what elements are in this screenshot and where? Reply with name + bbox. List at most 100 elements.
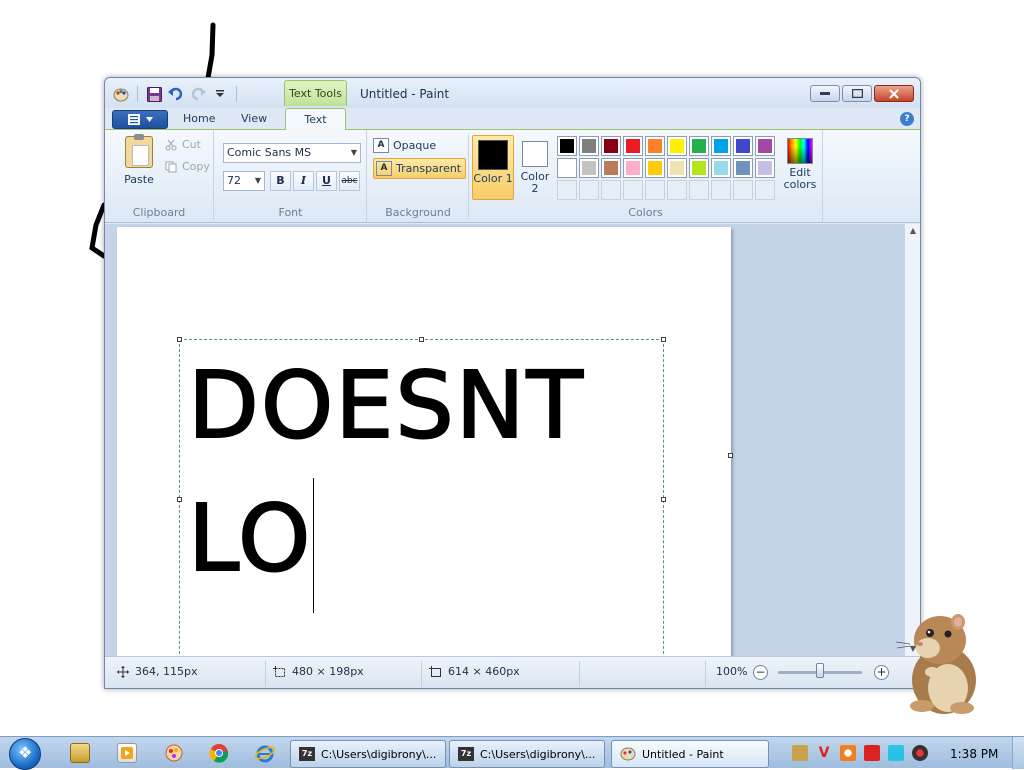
tab-text[interactable]: Text (285, 108, 346, 131)
folder-icon[interactable] (70, 743, 90, 763)
palette-color-swatch[interactable] (601, 136, 621, 156)
palette-color-swatch[interactable] (645, 158, 665, 178)
edit-colors-label: Edit colors (783, 166, 817, 191)
palette-empty-swatch[interactable] (711, 180, 731, 200)
palette-empty-swatch[interactable] (623, 180, 643, 200)
tray-volume-icon[interactable] (912, 745, 928, 761)
redo-icon[interactable] (190, 86, 206, 102)
minimize-button[interactable] (810, 85, 840, 102)
palette-color-swatch[interactable] (733, 158, 753, 178)
taskbar-7zip-window-1[interactable]: 7z C:\Users\digibrony\... (290, 740, 446, 768)
palette-empty-swatch[interactable] (579, 180, 599, 200)
opaque-button[interactable]: A Opaque (373, 138, 436, 153)
palette-color-swatch[interactable] (601, 158, 621, 178)
opaque-icon: A (373, 138, 389, 153)
start-button[interactable] (9, 738, 41, 770)
taskbar-paint-window[interactable]: Untitled - Paint (611, 740, 769, 768)
tray-monitor-icon[interactable] (888, 745, 904, 761)
resize-handle[interactable] (661, 497, 666, 502)
status-divider (421, 661, 422, 687)
media-player-icon[interactable] (117, 743, 137, 763)
palette-color-swatch[interactable] (733, 136, 753, 156)
palette-color-swatch[interactable] (579, 136, 599, 156)
taskbar-7zip-window-2[interactable]: 7z C:\Users\digibrony\... (449, 740, 605, 768)
underline-button[interactable]: U (316, 171, 337, 191)
font-family-select[interactable]: Comic Sans MS ▼ (223, 143, 361, 163)
qat-separator (137, 86, 138, 102)
palette-empty-swatch[interactable] (645, 180, 665, 200)
palette-color-swatch[interactable] (755, 158, 775, 178)
canvas-workspace[interactable]: DOESNT LO (105, 224, 904, 656)
chrome-icon[interactable] (209, 743, 229, 763)
palette-color-swatch[interactable] (557, 158, 577, 178)
palette-empty-swatch[interactable] (667, 180, 687, 200)
paint-app-icon[interactable] (113, 86, 129, 102)
palette-empty-swatch[interactable] (689, 180, 709, 200)
paint-menu-button[interactable] (112, 110, 168, 129)
palette-empty-swatch[interactable] (733, 180, 753, 200)
colors-group-label: Colors (628, 206, 663, 219)
close-button[interactable] (874, 85, 914, 102)
font-size-value: 72 (227, 174, 241, 187)
resize-handle[interactable] (661, 337, 666, 342)
tray-search-icon[interactable] (840, 745, 856, 761)
tray-v-icon[interactable]: V (816, 745, 832, 761)
transparent-button[interactable]: A Transparent (373, 158, 467, 179)
customize-qat-icon[interactable] (212, 86, 228, 102)
zoom-in-icon[interactable]: + (874, 665, 889, 680)
palette-color-swatch[interactable] (645, 136, 665, 156)
status-divider (265, 661, 266, 687)
drawing-canvas[interactable]: DOESNT LO (117, 227, 733, 656)
scroll-up-icon[interactable]: ▲ (905, 224, 920, 238)
resize-handle[interactable] (419, 337, 424, 342)
vertical-scrollbar[interactable]: ▲ ▼ (904, 224, 920, 656)
zoom-slider-thumb[interactable] (816, 663, 824, 678)
help-icon[interactable]: ? (900, 112, 914, 126)
palette-color-swatch[interactable] (711, 158, 731, 178)
system-tray: V (792, 745, 928, 761)
zoom-out-icon[interactable]: − (753, 665, 768, 680)
maximize-button[interactable] (842, 85, 872, 102)
palette-empty-swatch[interactable] (557, 180, 577, 200)
font-size-select[interactable]: 72 ▼ (223, 171, 265, 191)
tray-app-icon[interactable] (792, 745, 808, 761)
undo-icon[interactable] (168, 86, 184, 102)
edit-colors-button[interactable]: Edit colors (780, 138, 820, 191)
palette-color-swatch[interactable] (667, 136, 687, 156)
palette-color-swatch[interactable] (557, 136, 577, 156)
image-size-value: 614 × 460px (448, 665, 520, 678)
cut-button[interactable]: Cut (165, 138, 201, 151)
canvas-resize-handle[interactable] (728, 453, 733, 458)
palette-color-swatch[interactable] (689, 158, 709, 178)
italic-button[interactable]: I (293, 171, 314, 191)
color1-button[interactable]: Color 1 (472, 135, 514, 200)
palette-color-swatch[interactable] (623, 158, 643, 178)
palette-empty-swatch[interactable] (755, 180, 775, 200)
text-box[interactable]: DOESNT LO (179, 339, 664, 656)
image-size-icon (429, 665, 441, 677)
palette-color-swatch[interactable] (579, 158, 599, 178)
palette-color-swatch[interactable] (755, 136, 775, 156)
palette-color-swatch[interactable] (689, 136, 709, 156)
bold-button[interactable]: B (270, 171, 291, 191)
palette-color-swatch[interactable] (623, 136, 643, 156)
color2-button[interactable]: Color 2 (517, 135, 553, 200)
show-desktop-button[interactable] (1012, 737, 1024, 769)
palette-empty-swatch[interactable] (601, 180, 621, 200)
tab-view[interactable]: View (241, 112, 267, 125)
tray-flag-icon[interactable] (864, 745, 880, 761)
save-icon[interactable] (146, 86, 162, 102)
text-line-2: LO (187, 485, 313, 592)
paste-button[interactable]: Paste (119, 134, 159, 186)
palette-color-swatch[interactable] (667, 158, 687, 178)
internet-explorer-icon[interactable] (255, 743, 275, 763)
tab-home[interactable]: Home (183, 112, 215, 125)
chevron-down-icon: ▼ (254, 176, 261, 185)
resize-handle[interactable] (177, 337, 182, 342)
strikethrough-button[interactable]: abc (339, 171, 360, 191)
paint-taskbar-icon[interactable] (164, 743, 184, 763)
resize-handle[interactable] (177, 497, 182, 502)
taskbar-clock[interactable]: 1:38 PM (950, 747, 998, 761)
palette-color-swatch[interactable] (711, 136, 731, 156)
copy-button[interactable]: Copy (165, 160, 210, 173)
